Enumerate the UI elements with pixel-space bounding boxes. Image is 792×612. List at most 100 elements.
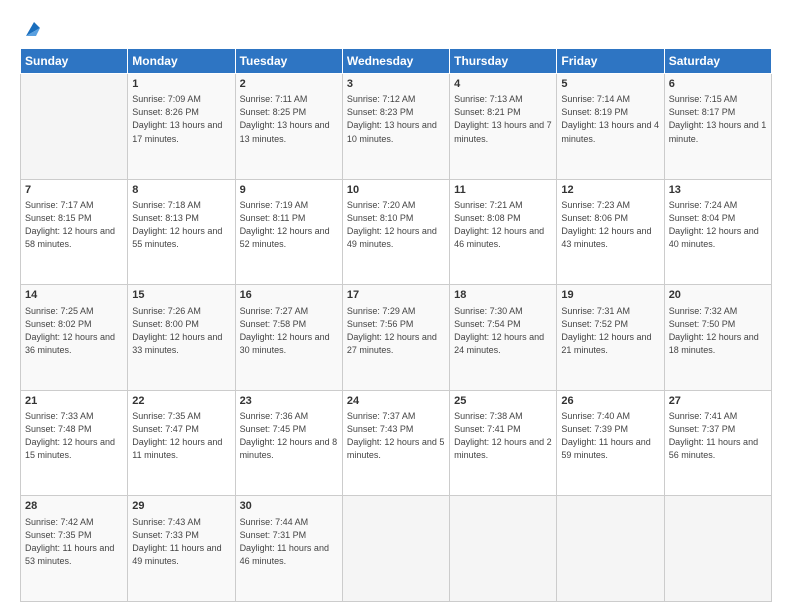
calendar-table: SundayMondayTuesdayWednesdayThursdayFrid… — [20, 48, 772, 602]
day-number: 28 — [25, 499, 123, 514]
day-number: 17 — [347, 288, 445, 303]
day-number: 15 — [132, 288, 230, 303]
day-number: 18 — [454, 288, 552, 303]
calendar-cell: 13Sunrise: 7:24 AMSunset: 8:04 PMDayligh… — [664, 179, 771, 285]
calendar-cell: 26Sunrise: 7:40 AMSunset: 7:39 PMDayligh… — [557, 390, 664, 496]
logo — [20, 18, 44, 40]
calendar-cell: 1Sunrise: 7:09 AMSunset: 8:26 PMDaylight… — [128, 74, 235, 180]
calendar-cell: 8Sunrise: 7:18 AMSunset: 8:13 PMDaylight… — [128, 179, 235, 285]
day-info: Sunrise: 7:20 AMSunset: 8:10 PMDaylight:… — [347, 199, 445, 251]
day-info: Sunrise: 7:36 AMSunset: 7:45 PMDaylight:… — [240, 410, 338, 462]
calendar-week-4: 28 Sunrise: 7:42 AMSunset: 7:35 PMDayligh… — [21, 496, 772, 602]
day-number: 16 — [240, 288, 338, 303]
calendar-cell: 10Sunrise: 7:20 AMSunset: 8:10 PMDayligh… — [342, 179, 449, 285]
calendar-cell: 3Sunrise: 7:12 AMSunset: 8:23 PMDaylight… — [342, 74, 449, 180]
day-info: Sunrise: 7:40 AMSunset: 7:39 PMDaylight:… — [561, 410, 659, 462]
day-info: Sunrise: 7:26 AMSunset: 8:00 PMDaylight:… — [132, 305, 230, 357]
day-number: 3 — [347, 77, 445, 92]
calendar-cell: 24Sunrise: 7:37 AMSunset: 7:43 PMDayligh… — [342, 390, 449, 496]
calendar-cell: 22Sunrise: 7:35 AMSunset: 7:47 PMDayligh… — [128, 390, 235, 496]
column-header-wednesday: Wednesday — [342, 49, 449, 74]
day-number: 13 — [669, 183, 767, 198]
day-info: Sunrise: 7:11 AMSunset: 8:25 PMDaylight:… — [240, 93, 338, 145]
day-number: 12 — [561, 183, 659, 198]
day-info: Sunrise: 7:25 AMSunset: 8:02 PMDaylight:… — [25, 305, 123, 357]
calendar-cell: 9Sunrise: 7:19 AMSunset: 8:11 PMDaylight… — [235, 179, 342, 285]
day-number: 4 — [454, 77, 552, 92]
day-number: 5 — [561, 77, 659, 92]
calendar-cell — [557, 496, 664, 602]
day-info: Sunrise: 7:37 AMSunset: 7:43 PMDaylight:… — [347, 410, 445, 462]
calendar-week-3: 21Sunrise: 7:33 AMSunset: 7:48 PMDayligh… — [21, 390, 772, 496]
calendar-cell: 14 Sunrise: 7:25 AMSunset: 8:02 PMDayligh… — [21, 285, 128, 391]
day-number: 7 — [25, 183, 123, 198]
day-info: Sunrise: 7:19 AMSunset: 8:11 PMDaylight:… — [240, 199, 338, 251]
calendar-cell: 5Sunrise: 7:14 AMSunset: 8:19 PMDaylight… — [557, 74, 664, 180]
calendar-cell — [21, 74, 128, 180]
day-number: 29 — [132, 499, 230, 514]
calendar-cell: 18 Sunrise: 7:30 AMSunset: 7:54 PMDayligh… — [450, 285, 557, 391]
day-info: Sunrise: 7:17 AMSunset: 8:15 PMDaylight:… — [25, 199, 123, 251]
calendar-cell: 17 Sunrise: 7:29 AMSunset: 7:56 PMDayligh… — [342, 285, 449, 391]
column-header-tuesday: Tuesday — [235, 49, 342, 74]
day-number: 10 — [347, 183, 445, 198]
day-number: 30 — [240, 499, 338, 514]
calendar-cell: 28 Sunrise: 7:42 AMSunset: 7:35 PMDayligh… — [21, 496, 128, 602]
calendar-week-2: 14 Sunrise: 7:25 AMSunset: 8:02 PMDayligh… — [21, 285, 772, 391]
day-number: 6 — [669, 77, 767, 92]
calendar-cell: 25Sunrise: 7:38 AMSunset: 7:41 PMDayligh… — [450, 390, 557, 496]
calendar-cell — [450, 496, 557, 602]
calendar-cell: 27Sunrise: 7:41 AMSunset: 7:37 PMDayligh… — [664, 390, 771, 496]
calendar-cell: 16 Sunrise: 7:27 AMSunset: 7:58 PMDayligh… — [235, 285, 342, 391]
day-number: 9 — [240, 183, 338, 198]
page: SundayMondayTuesdayWednesdayThursdayFrid… — [0, 0, 792, 612]
column-header-saturday: Saturday — [664, 49, 771, 74]
calendar-cell: 2Sunrise: 7:11 AMSunset: 8:25 PMDaylight… — [235, 74, 342, 180]
day-number: 23 — [240, 394, 338, 409]
day-number: 1 — [132, 77, 230, 92]
calendar-cell: 12Sunrise: 7:23 AMSunset: 8:06 PMDayligh… — [557, 179, 664, 285]
day-info: Sunrise: 7:29 AMSunset: 7:56 PMDaylight:… — [347, 305, 445, 357]
day-info: Sunrise: 7:44 AMSunset: 7:31 PMDaylight:… — [240, 516, 338, 568]
column-header-thursday: Thursday — [450, 49, 557, 74]
day-info: Sunrise: 7:18 AMSunset: 8:13 PMDaylight:… — [132, 199, 230, 251]
day-info: Sunrise: 7:32 AMSunset: 7:50 PMDaylight:… — [669, 305, 767, 357]
calendar-cell: 4Sunrise: 7:13 AMSunset: 8:21 PMDaylight… — [450, 74, 557, 180]
day-number: 14 — [25, 288, 123, 303]
column-header-monday: Monday — [128, 49, 235, 74]
calendar-cell — [342, 496, 449, 602]
calendar-header-row: SundayMondayTuesdayWednesdayThursdayFrid… — [21, 49, 772, 74]
calendar-cell — [664, 496, 771, 602]
day-info: Sunrise: 7:38 AMSunset: 7:41 PMDaylight:… — [454, 410, 552, 462]
day-number: 21 — [25, 394, 123, 409]
day-number: 22 — [132, 394, 230, 409]
day-info: Sunrise: 7:21 AMSunset: 8:08 PMDaylight:… — [454, 199, 552, 251]
day-info: Sunrise: 7:13 AMSunset: 8:21 PMDaylight:… — [454, 93, 552, 145]
day-info: Sunrise: 7:12 AMSunset: 8:23 PMDaylight:… — [347, 93, 445, 145]
day-info: Sunrise: 7:27 AMSunset: 7:58 PMDaylight:… — [240, 305, 338, 357]
day-info: Sunrise: 7:42 AMSunset: 7:35 PMDaylight:… — [25, 516, 123, 568]
day-info: Sunrise: 7:33 AMSunset: 7:48 PMDaylight:… — [25, 410, 123, 462]
calendar-week-1: 7Sunrise: 7:17 AMSunset: 8:15 PMDaylight… — [21, 179, 772, 285]
day-info: Sunrise: 7:24 AMSunset: 8:04 PMDaylight:… — [669, 199, 767, 251]
day-number: 25 — [454, 394, 552, 409]
day-info: Sunrise: 7:35 AMSunset: 7:47 PMDaylight:… — [132, 410, 230, 462]
day-number: 8 — [132, 183, 230, 198]
calendar-cell: 15 Sunrise: 7:26 AMSunset: 8:00 PMDayligh… — [128, 285, 235, 391]
calendar-cell: 19 Sunrise: 7:31 AMSunset: 7:52 PMDayligh… — [557, 285, 664, 391]
day-info: Sunrise: 7:15 AMSunset: 8:17 PMDaylight:… — [669, 93, 767, 145]
day-info: Sunrise: 7:41 AMSunset: 7:37 PMDaylight:… — [669, 410, 767, 462]
calendar-cell: 21Sunrise: 7:33 AMSunset: 7:48 PMDayligh… — [21, 390, 128, 496]
day-number: 2 — [240, 77, 338, 92]
day-number: 20 — [669, 288, 767, 303]
calendar-week-0: 1Sunrise: 7:09 AMSunset: 8:26 PMDaylight… — [21, 74, 772, 180]
day-info: Sunrise: 7:23 AMSunset: 8:06 PMDaylight:… — [561, 199, 659, 251]
day-number: 19 — [561, 288, 659, 303]
day-info: Sunrise: 7:43 AMSunset: 7:33 PMDaylight:… — [132, 516, 230, 568]
day-info: Sunrise: 7:09 AMSunset: 8:26 PMDaylight:… — [132, 93, 230, 145]
calendar-cell: 11Sunrise: 7:21 AMSunset: 8:08 PMDayligh… — [450, 179, 557, 285]
header — [20, 18, 772, 40]
day-info: Sunrise: 7:31 AMSunset: 7:52 PMDaylight:… — [561, 305, 659, 357]
calendar-cell: 6Sunrise: 7:15 AMSunset: 8:17 PMDaylight… — [664, 74, 771, 180]
day-info: Sunrise: 7:30 AMSunset: 7:54 PMDaylight:… — [454, 305, 552, 357]
